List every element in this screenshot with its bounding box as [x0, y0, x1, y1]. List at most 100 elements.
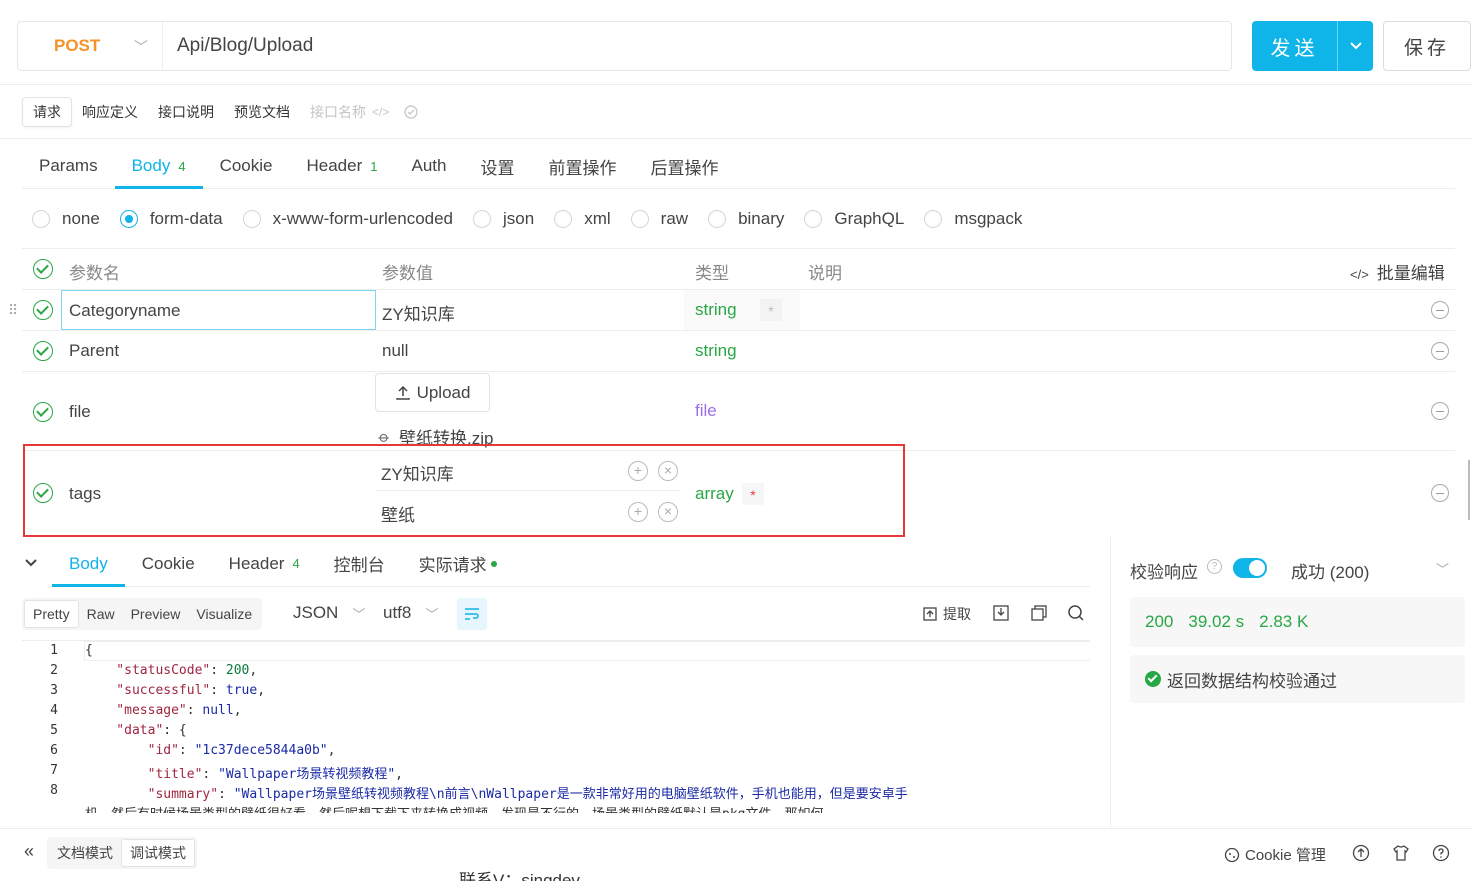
tab-body[interactable]: Body 4 — [114, 144, 203, 189]
mode-tab-request[interactable]: 请求 — [22, 97, 72, 127]
tab-count: 1 — [370, 158, 378, 174]
tab-label: 前置操作 — [548, 158, 617, 178]
upload-icon — [395, 385, 410, 400]
tab-header[interactable]: Header 1 — [289, 144, 394, 188]
tab-label: Cookie — [219, 156, 273, 175]
view-tab-raw[interactable]: Raw — [79, 600, 123, 628]
required-toggle[interactable]: * — [760, 299, 782, 321]
url-input[interactable]: Api/Blog/Upload — [163, 22, 1231, 70]
mode-tabs: 请求 响应定义 接口说明 预览文档 接口名称 </> — [22, 96, 429, 128]
type-select[interactable]: string * — [684, 290, 800, 330]
send-button[interactable]: 发送 — [1252, 21, 1373, 71]
tab-params[interactable]: Params — [22, 144, 115, 188]
resp-tab-header[interactable]: Header 4 — [212, 541, 317, 586]
remove-row-icon[interactable] — [1431, 484, 1449, 502]
tab-auth[interactable]: Auth — [394, 144, 463, 188]
param-name[interactable]: Parent — [69, 341, 119, 361]
extract-button[interactable]: 提取 — [922, 604, 971, 624]
shirt-icon[interactable] — [1392, 844, 1410, 862]
wrap-toggle-icon[interactable] — [457, 598, 487, 630]
remove-row-icon[interactable] — [1431, 402, 1449, 420]
tab-count: 4 — [178, 158, 186, 174]
debug-mode-button[interactable]: 调试模式 — [121, 839, 195, 867]
row-checkbox[interactable] — [33, 402, 53, 422]
tab-post-actions[interactable]: 后置操作 — [633, 144, 735, 188]
param-value[interactable]: ZY知识库 — [382, 300, 455, 325]
param-type[interactable]: string — [695, 341, 737, 361]
bulk-edit-button[interactable]: </> 批量编辑 — [1350, 259, 1445, 284]
radio-dot — [554, 210, 573, 228]
chevron-down-icon[interactable] — [1338, 21, 1373, 71]
copy-icon[interactable] — [1030, 604, 1048, 622]
radio-urlencoded[interactable]: x-www-form-urlencoded — [242, 209, 454, 229]
save-response-icon[interactable] — [992, 604, 1010, 622]
radio-label: x-www-form-urlencoded — [272, 209, 454, 228]
save-button[interactable]: 保存 — [1383, 21, 1471, 71]
collapse-icon[interactable] — [24, 555, 38, 571]
check-circle-icon — [1145, 671, 1161, 687]
encoding-select[interactable]: utf8 ﹀ — [383, 603, 438, 623]
view-tab-visualize[interactable]: Visualize — [188, 600, 260, 628]
help-icon[interactable]: ? — [1207, 559, 1222, 574]
row-checkbox[interactable] — [33, 341, 53, 361]
radio-dot — [32, 210, 50, 228]
param-name[interactable]: file — [69, 402, 91, 422]
tab-settings[interactable]: 设置 — [463, 144, 531, 188]
resp-tab-actual-request[interactable]: 实际请求 — [402, 541, 514, 586]
view-tab-preview[interactable]: Preview — [123, 600, 189, 628]
radio-binary[interactable]: binary — [708, 209, 784, 229]
line-number: 6 — [50, 743, 58, 758]
tab-pre-actions[interactable]: 前置操作 — [531, 144, 633, 188]
line-number: 5 — [50, 723, 58, 738]
encoding-label: utf8 — [383, 603, 412, 622]
radio-none[interactable]: none — [32, 209, 100, 229]
view-tab-pretty[interactable]: Pretty — [24, 600, 79, 628]
double-chevron-left-icon[interactable]: « — [24, 841, 34, 862]
mode-tab-preview-doc[interactable]: 预览文档 — [224, 97, 300, 127]
tab-label: Body — [131, 156, 171, 175]
scrollbar[interactable] — [1468, 460, 1470, 520]
tab-label: Auth — [411, 156, 447, 175]
divider — [0, 138, 1472, 139]
resp-tab-body[interactable]: Body — [52, 541, 125, 587]
search-icon[interactable] — [1067, 604, 1085, 622]
format-select[interactable]: JSON ﹀ — [293, 603, 365, 623]
radio-xml[interactable]: xml — [554, 209, 611, 229]
validate-status-select[interactable]: 成功 (200) — [1291, 558, 1369, 583]
format-label: JSON — [293, 603, 339, 622]
radio-msgpack[interactable]: msgpack — [924, 209, 1022, 229]
api-name-input[interactable]: 接口名称 </> — [300, 97, 429, 127]
remove-row-icon[interactable] — [1431, 301, 1449, 319]
validate-toggle[interactable] — [1233, 558, 1267, 578]
radio-form-data[interactable]: form-data — [119, 209, 223, 229]
tab-cookie[interactable]: Cookie — [203, 144, 290, 188]
radio-graphql[interactable]: GraphQL — [804, 209, 904, 229]
response-body-code[interactable]: 1 { 2 "statusCode": 200, 3 "successful":… — [22, 640, 1090, 813]
param-type[interactable]: file — [695, 401, 717, 421]
param-name-input[interactable]: Categoryname — [61, 290, 376, 330]
help-icon[interactable] — [1432, 844, 1450, 862]
upload-circle-icon[interactable] — [1352, 844, 1370, 862]
mode-tab-response-def[interactable]: 响应定义 — [72, 97, 148, 127]
drag-handle-icon[interactable]: ⠿ — [8, 302, 18, 319]
param-value[interactable]: null — [382, 341, 408, 361]
remove-row-icon[interactable] — [1431, 342, 1449, 360]
resp-tab-console[interactable]: 控制台 — [317, 541, 402, 586]
upload-button[interactable]: Upload — [375, 373, 490, 412]
line-number: 3 — [50, 683, 58, 698]
radio-raw[interactable]: raw — [630, 209, 688, 229]
code-line: { — [85, 643, 93, 658]
radio-label: none — [62, 209, 100, 228]
table-header: 参数名 参数值 类型 说明 </> 批量编辑 — [22, 249, 1455, 290]
response-size: 2.83 K — [1259, 612, 1309, 631]
select-all-checkbox[interactable] — [33, 259, 53, 279]
cookie-manager-button[interactable]: Cookie 管理 — [1224, 844, 1326, 865]
chevron-down-icon[interactable]: ﹀ — [1436, 559, 1449, 578]
row-checkbox[interactable] — [33, 300, 53, 320]
resp-tab-cookie[interactable]: Cookie — [125, 541, 212, 586]
doc-mode-button[interactable]: 文档模式 — [49, 839, 121, 867]
radio-json[interactable]: json — [473, 209, 534, 229]
mode-tab-description[interactable]: 接口说明 — [148, 97, 224, 127]
method-select[interactable]: POST ﹀ — [18, 22, 163, 70]
upload-label: Upload — [416, 382, 471, 402]
